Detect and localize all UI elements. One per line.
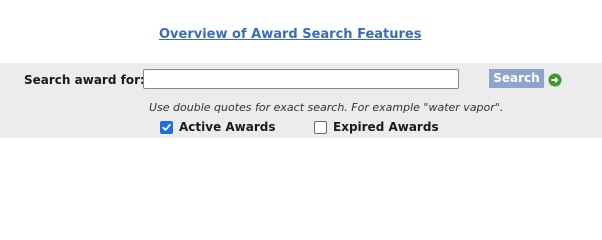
- expired-awards-option[interactable]: Expired Awards: [314, 120, 439, 134]
- expired-awards-label: Expired Awards: [333, 120, 439, 134]
- active-awards-checkbox[interactable]: [160, 120, 173, 134]
- search-button[interactable]: Search: [489, 69, 544, 88]
- search-panel: Search award for: Search Use double quot…: [0, 63, 602, 138]
- overview-award-search-features-link[interactable]: Overview of Award Search Features: [159, 27, 421, 42]
- award-search-page: Overview of Award Search Features Search…: [0, 0, 602, 205]
- exact-search-hint: Use double quotes for exact search. For …: [149, 101, 504, 114]
- active-awards-label: Active Awards: [179, 120, 276, 134]
- active-awards-option[interactable]: Active Awards: [160, 120, 276, 134]
- checkmark-icon: [162, 123, 171, 131]
- expired-awards-checkbox[interactable]: [314, 120, 327, 134]
- search-award-input[interactable]: [143, 69, 459, 89]
- search-award-label: Search award for:: [24, 73, 145, 87]
- arrow-right-circle-icon[interactable]: [548, 72, 562, 87]
